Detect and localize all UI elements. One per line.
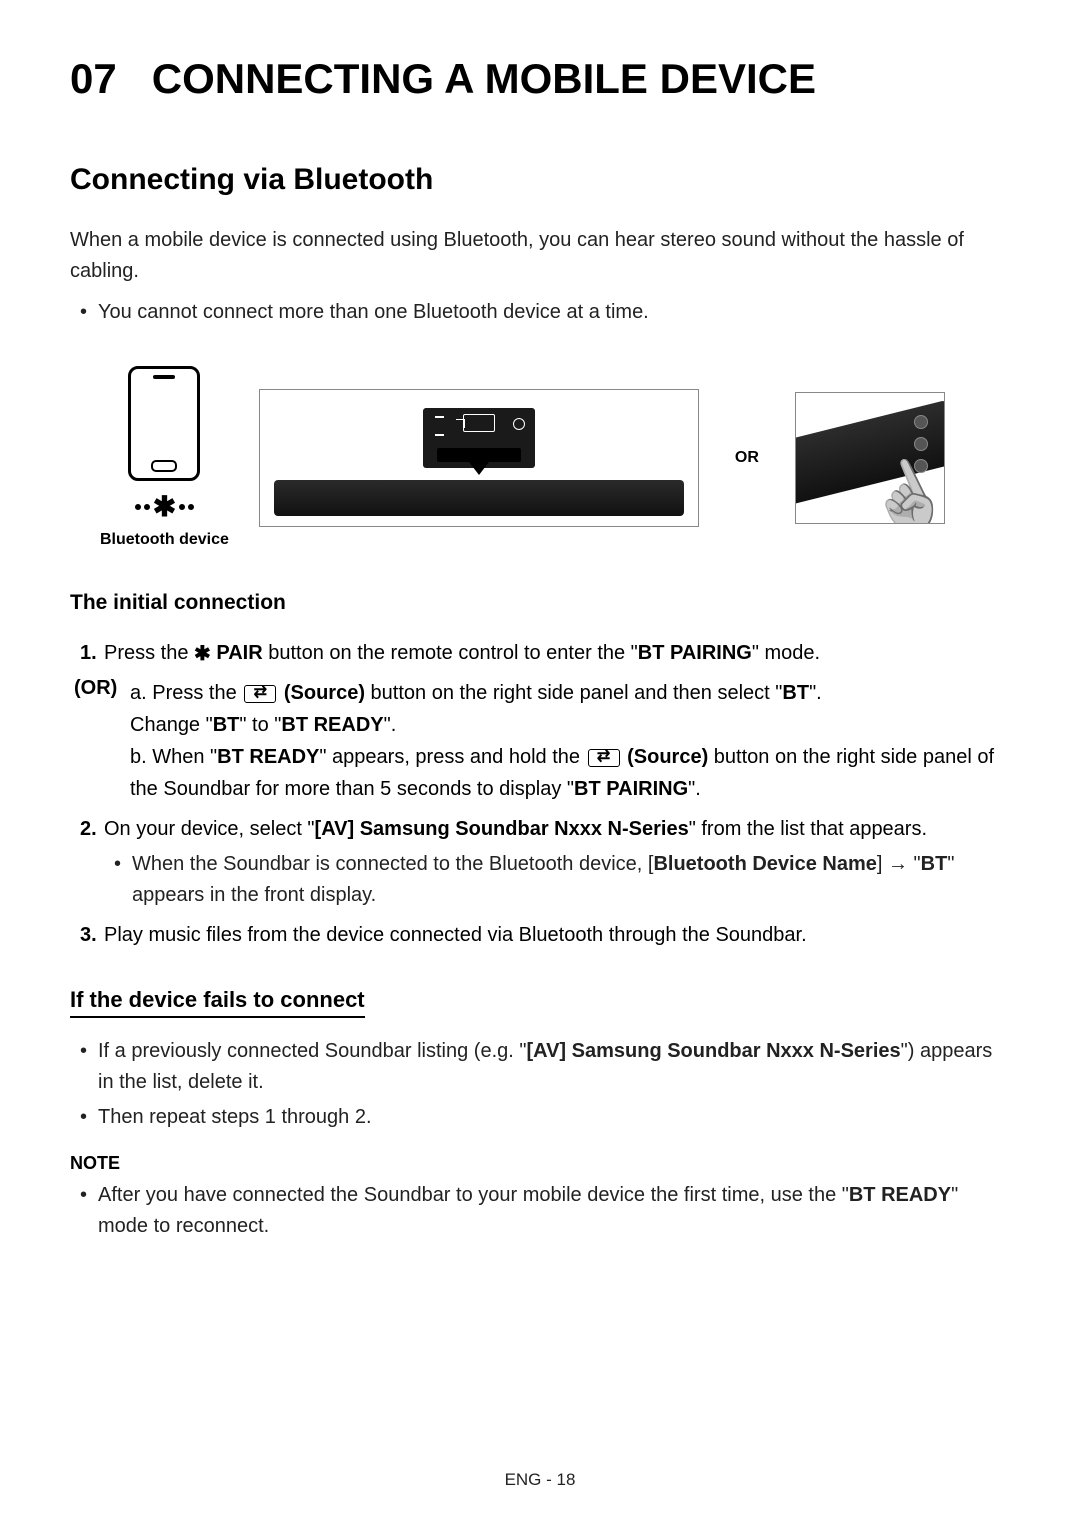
connection-diagram: ✱ Bluetooth device OR ☝ xyxy=(100,366,1010,549)
step-2: 2. On your device, select "[AV] Samsung … xyxy=(80,813,1010,911)
step-letter: a. xyxy=(130,682,147,704)
intro-bullet-list: You cannot connect more than one Bluetoo… xyxy=(70,297,1010,328)
soundbar-control-unit-icon xyxy=(423,408,535,468)
source-icon xyxy=(588,749,620,767)
step-number: 2. xyxy=(80,813,97,845)
page-footer: ENG - 18 xyxy=(0,1470,1080,1490)
source-icon xyxy=(244,685,276,703)
note-label: NOTE xyxy=(70,1153,1010,1174)
step-number: 3. xyxy=(80,919,97,951)
fails-heading: If the device fails to connect xyxy=(70,987,365,1018)
bluetooth-icon: ✱ xyxy=(194,644,211,664)
or-alternative-block: (OR) a. Press the (Source) button on the… xyxy=(70,677,1010,805)
chapter-title: 07 CONNECTING A MOBILE DEVICE xyxy=(70,55,1010,103)
step-number: 1. xyxy=(80,637,97,669)
section-title: Connecting via Bluetooth xyxy=(70,163,1010,197)
note-bullet-1: After you have connected the Soundbar to… xyxy=(98,1180,1010,1242)
step-letter: b. xyxy=(130,746,147,768)
intro-bullet: You cannot connect more than one Bluetoo… xyxy=(98,297,1010,328)
bluetooth-device-illustration: ✱ Bluetooth device xyxy=(100,366,229,549)
initial-connection-steps-cont: 2. On your device, select "[AV] Samsung … xyxy=(70,813,1010,951)
section-intro: When a mobile device is connected using … xyxy=(70,225,1010,287)
step-2-bullet: When the Soundbar is connected to the Bl… xyxy=(132,849,1010,911)
bluetooth-icon: ✱ xyxy=(153,493,176,521)
initial-connection-steps: 1. Press the ✱ PAIR button on the remote… xyxy=(70,637,1010,669)
step-1: 1. Press the ✱ PAIR button on the remote… xyxy=(80,637,1010,669)
soundbar-bar-icon xyxy=(274,480,684,516)
phone-icon xyxy=(128,366,200,481)
bluetooth-device-caption: Bluetooth device xyxy=(100,531,229,549)
chapter-number: 07 xyxy=(70,55,117,102)
fails-bullet-list: If a previously connected Soundbar listi… xyxy=(70,1036,1010,1133)
initial-connection-heading: The initial connection xyxy=(70,591,1010,615)
fails-bullet-2: Then repeat steps 1 through 2. xyxy=(98,1102,1010,1133)
note-bullet-list: After you have connected the Soundbar to… xyxy=(70,1180,1010,1242)
fails-bullet-1: If a previously connected Soundbar listi… xyxy=(98,1036,1010,1098)
or-tag: (OR) xyxy=(70,677,130,805)
step-3: 3. Play music files from the device conn… xyxy=(80,919,1010,951)
side-button-icon xyxy=(914,415,928,429)
chapter-title-text: CONNECTING A MOBILE DEVICE xyxy=(152,55,816,102)
or-step-a: a. Press the (Source) button on the righ… xyxy=(130,677,1010,741)
or-step-b: b. When "BT READY" appears, press and ho… xyxy=(130,741,1010,805)
side-panel-illustration: ☝ xyxy=(795,392,945,524)
bluetooth-signal-icon: ✱ xyxy=(135,493,194,521)
or-label: OR xyxy=(735,449,759,467)
soundbar-illustration xyxy=(259,389,699,527)
